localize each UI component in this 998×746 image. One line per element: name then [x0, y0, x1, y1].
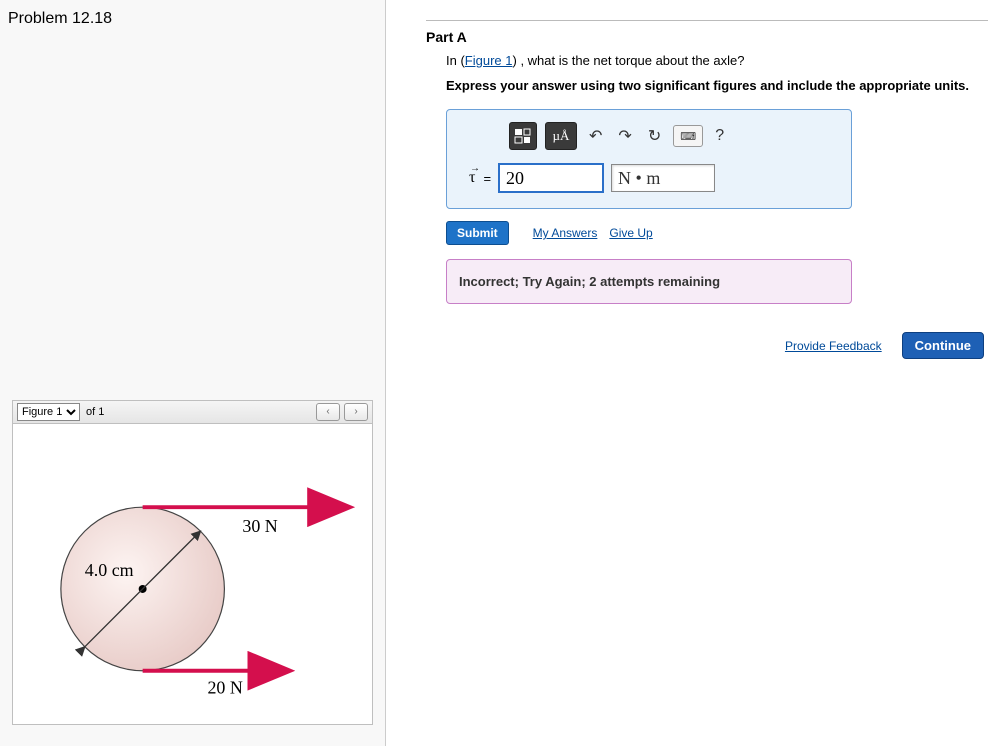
- redo-icon[interactable]: ↷: [614, 126, 635, 146]
- answer-instruction: Express your answer using two significan…: [446, 78, 988, 93]
- question-text: In (Figure 1) , what is the net torque a…: [446, 53, 988, 68]
- give-up-link[interactable]: Give Up: [609, 226, 652, 240]
- figure-next-button[interactable]: ›: [344, 403, 368, 421]
- provide-feedback-link[interactable]: Provide Feedback: [785, 339, 882, 353]
- top-force-label: 30 N: [242, 516, 277, 536]
- bottom-force-label: 20 N: [207, 678, 242, 698]
- undo-icon[interactable]: ↶: [585, 126, 606, 146]
- figure-link[interactable]: Figure 1: [465, 53, 513, 68]
- figure-of-label: of 1: [86, 406, 104, 418]
- variable-symbol: →τ: [469, 169, 475, 187]
- equals-sign: =: [483, 171, 491, 186]
- figure-panel: Figure 1 of 1 ‹ ›: [12, 400, 373, 725]
- part-a-label: Part A: [426, 29, 988, 45]
- radius-label: 4.0 cm: [85, 560, 134, 580]
- feedback-message: Incorrect; Try Again; 2 attempts remaini…: [446, 259, 852, 304]
- figure-select[interactable]: Figure 1: [17, 403, 80, 421]
- value-input[interactable]: [499, 164, 603, 192]
- problem-title: Problem 12.18: [0, 0, 385, 28]
- units-button[interactable]: µÅ: [545, 122, 577, 150]
- divider: [426, 20, 988, 21]
- question-post: ) , what is the net torque about the axl…: [513, 53, 745, 68]
- units-input[interactable]: [611, 164, 715, 192]
- question-pre: In (: [446, 53, 465, 68]
- figure-header: Figure 1 of 1 ‹ ›: [13, 401, 372, 424]
- my-answers-link[interactable]: My Answers: [533, 226, 598, 240]
- figure-diagram: 4.0 cm 30 N 20 N: [13, 424, 372, 724]
- reset-icon[interactable]: ↻: [644, 126, 665, 146]
- keyboard-icon[interactable]: ⌨: [673, 125, 703, 147]
- right-pane: Part A In (Figure 1) , what is the net t…: [386, 0, 998, 746]
- figure-prev-button[interactable]: ‹: [316, 403, 340, 421]
- answer-toolbar: µÅ ↶ ↷ ↻ ⌨ ?: [509, 122, 839, 150]
- help-icon[interactable]: ?: [711, 127, 728, 145]
- answer-box: µÅ ↶ ↷ ↻ ⌨ ? →τ =: [446, 109, 852, 209]
- templates-icon[interactable]: [509, 122, 537, 150]
- submit-button[interactable]: Submit: [446, 221, 509, 245]
- answer-row: →τ =: [469, 164, 839, 192]
- continue-button[interactable]: Continue: [902, 332, 984, 359]
- action-row: Submit My Answers Give Up: [446, 221, 988, 245]
- left-pane: Problem 12.18 Figure 1 of 1 ‹ ›: [0, 0, 386, 746]
- footer-row: Provide Feedback Continue: [426, 332, 988, 359]
